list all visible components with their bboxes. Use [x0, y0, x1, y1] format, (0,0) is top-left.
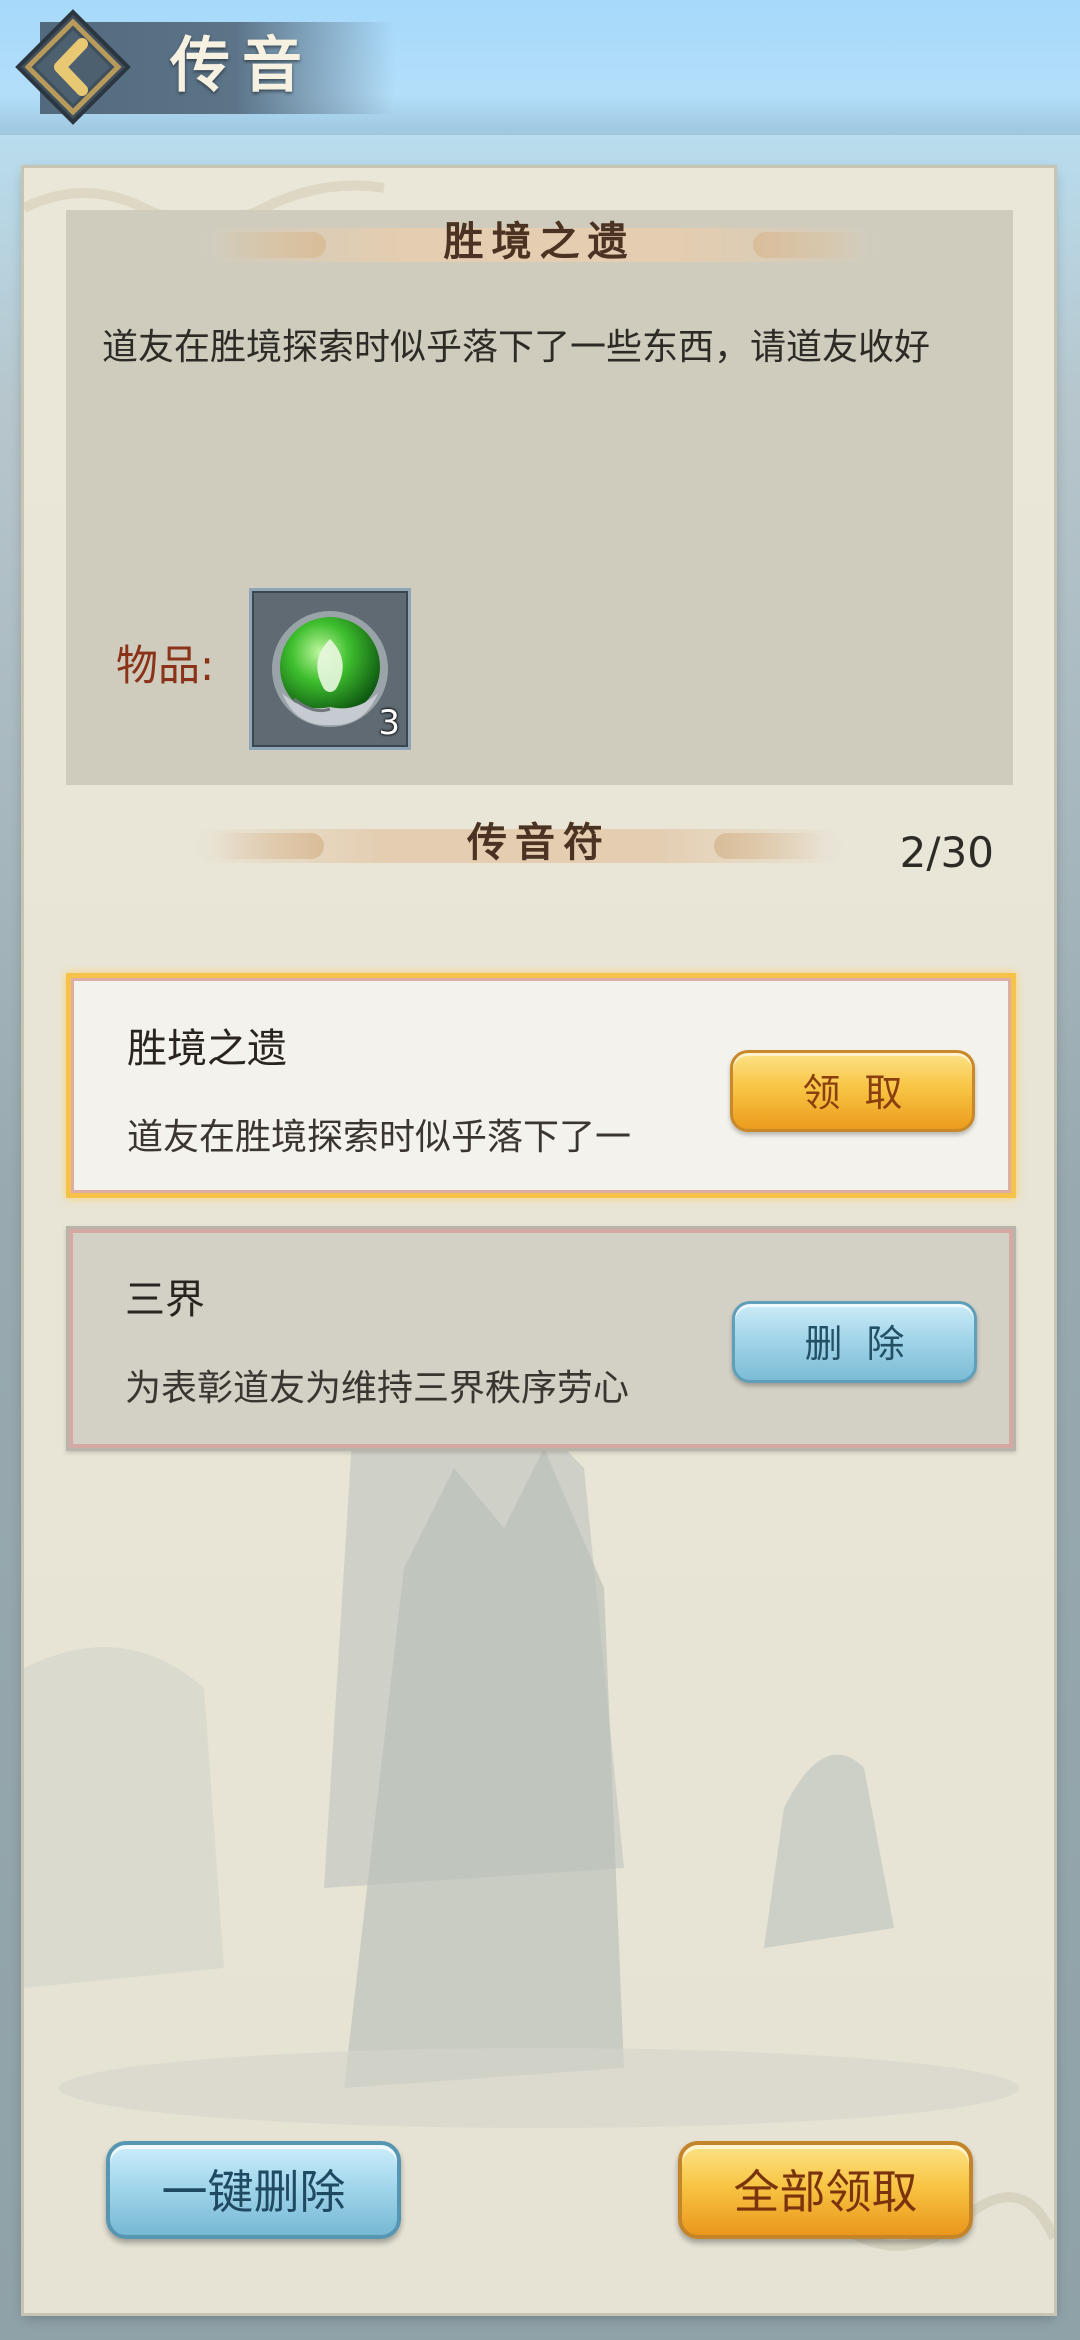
mail-item-selected[interactable]: 胜境之遗 道友在胜境探索时似乎落下了一 领取 — [66, 973, 1016, 1198]
cloud-ornament-right — [753, 232, 863, 258]
page-title: 传音 — [170, 31, 314, 101]
detail-header: 胜境之遗 — [66, 212, 1013, 272]
top-bar: 传音 — [0, 0, 1080, 135]
mail-item[interactable]: 三界 为表彰道友为维持三界秩序劳心 删除 — [66, 1226, 1016, 1451]
back-arrow-icon — [15, 9, 131, 125]
item-count: 3 — [378, 703, 400, 743]
back-button[interactable] — [14, 8, 132, 126]
cloud-ornament-left — [214, 833, 324, 859]
item-slot[interactable]: 3 — [249, 588, 411, 750]
mail-preview: 为表彰道友为维持三界秩序劳心 — [125, 1368, 630, 1409]
mail-panel: 胜境之遗 道友在胜境探索时似乎落下了一些东西，请道友收好 物品: 3 传音符 2… — [24, 168, 1054, 2313]
mail-counter: 2/30 — [899, 828, 994, 877]
claim-all-button[interactable]: 全部领取 — [678, 2141, 973, 2239]
mail-detail: 胜境之遗 道友在胜境探索时似乎落下了一些东西，请道友收好 物品: 3 — [66, 210, 1013, 785]
claim-button[interactable]: 领取 — [730, 1050, 975, 1132]
items-label: 物品: — [116, 641, 215, 690]
delete-all-button[interactable]: 一键删除 — [106, 2141, 401, 2239]
list-header: 传音符 2/30 — [24, 798, 1054, 888]
cloud-ornament-left — [216, 232, 326, 258]
mail-preview: 道友在胜境探索时似乎落下了一 — [127, 1117, 632, 1158]
cloud-ornament-right — [714, 833, 824, 859]
detail-title: 胜境之遗 — [443, 218, 636, 265]
green-leaf-orb-icon — [272, 611, 388, 727]
detail-body: 道友在胜境探索时似乎落下了一些东西，请道友收好 — [102, 327, 931, 368]
mail-title: 三界 — [125, 1277, 205, 1323]
mail-title: 胜境之遗 — [127, 1026, 287, 1072]
list-title: 传音符 — [467, 819, 611, 866]
delete-button[interactable]: 删除 — [732, 1301, 977, 1383]
